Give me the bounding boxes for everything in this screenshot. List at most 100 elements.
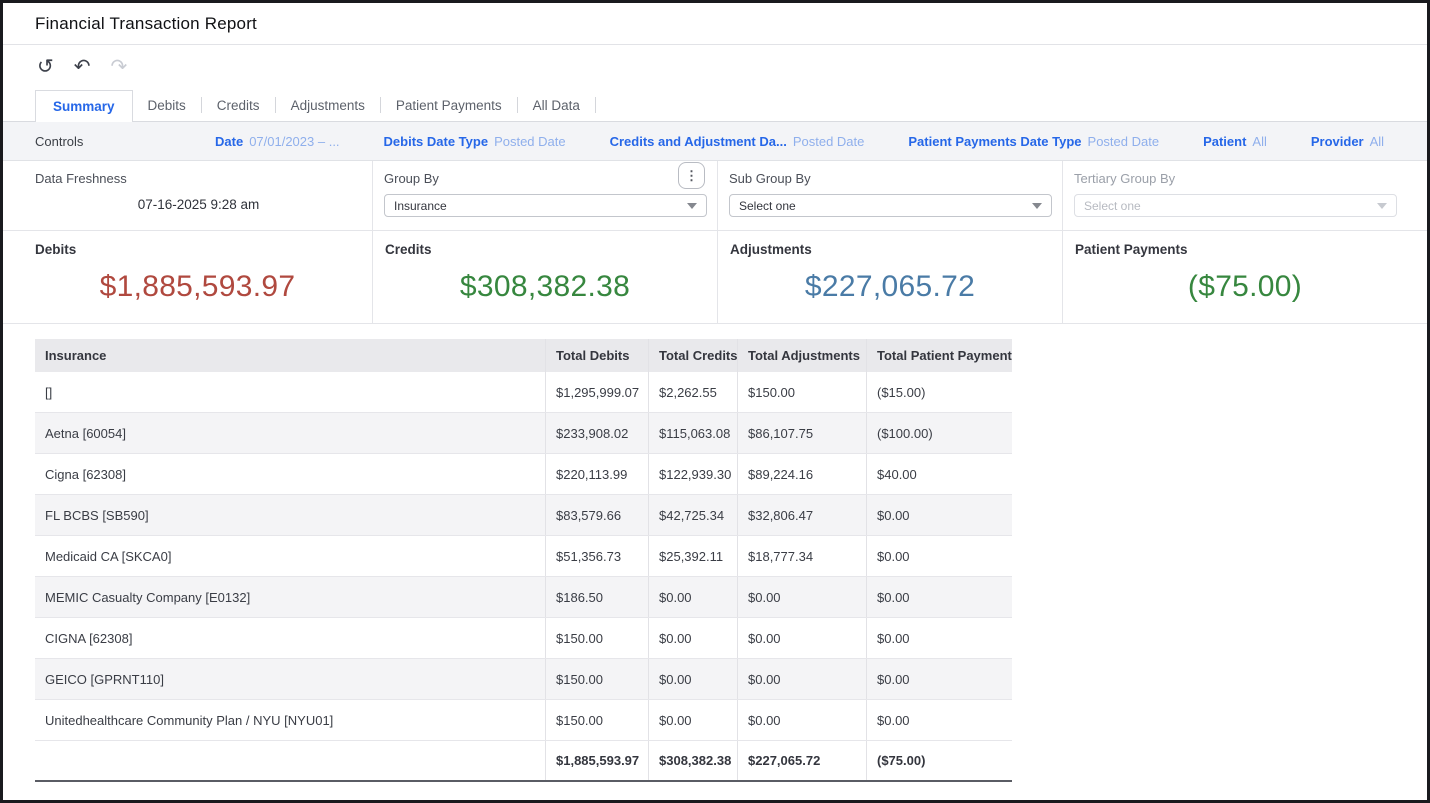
control-patient[interactable]: Patient All (1203, 134, 1267, 149)
column-header-insurance[interactable]: Insurance (35, 348, 545, 363)
cell-insurance: Cigna [62308] (45, 466, 126, 482)
patient-payments-card-label: Patient Payments (1075, 242, 1188, 257)
tab-credits[interactable]: Credits (202, 90, 275, 121)
credits-card-value: $308,382.38 (459, 270, 631, 303)
table-row[interactable]: Cigna [62308] $220,113.99 $122,939.30 $8… (35, 454, 1012, 495)
controls-label: Controls (35, 133, 84, 149)
cell-total-debits: $186.50 (545, 577, 648, 617)
cell-insurance: Medicaid CA [SKCA0] (45, 548, 172, 564)
tab-all-data[interactable]: All Data (518, 90, 595, 121)
cell-total-credits: $0.00 (648, 618, 737, 658)
app-window: Financial Transaction Report ↺ ↶ ↷ Summa… (0, 0, 1430, 803)
table-body: [] $1,295,999.07 $2,262.55 $150.00 ($15.… (35, 372, 1012, 741)
control-name: Debits Date Type (383, 133, 489, 149)
debits-card-value: $1,885,593.97 (99, 270, 296, 303)
control-value: Posted Date (1087, 133, 1160, 149)
table-row[interactable]: FL BCBS [SB590] $83,579.66 $42,725.34 $3… (35, 495, 1012, 536)
kebab-menu-button[interactable]: ⋮ (678, 162, 705, 189)
table-row[interactable]: CIGNA [62308] $150.00 $0.00 $0.00 $0.00 (35, 618, 1012, 659)
summary-cards-row: Debits $1,885,593.97 Credits $308,382.38… (3, 231, 1427, 324)
debits-card-label: Debits (35, 242, 77, 257)
column-header-total-debits[interactable]: Total Debits (545, 339, 648, 372)
controls-bar: Controls Date 07/01/2023 – ... Debits Da… (3, 121, 1427, 161)
cell-insurance: FL BCBS [SB590] (45, 507, 149, 523)
table-row[interactable]: GEICO [GPRNT110] $150.00 $0.00 $0.00 $0.… (35, 659, 1012, 700)
control-value: All (1252, 133, 1267, 149)
cell-insurance: GEICO [GPRNT110] (45, 671, 164, 687)
cell-total-patient-payments: ($100.00) (866, 413, 1012, 453)
tab-summary[interactable]: Summary (35, 90, 133, 122)
reset-icon: ↺ (37, 56, 54, 78)
cell-insurance: MEMIC Casualty Company [E0132] (45, 589, 251, 605)
cell-total-credits: $25,392.11 (648, 536, 737, 576)
cell-total-debits: $150.00 (545, 659, 648, 699)
cell-total-adjustments: $86,107.75 (737, 413, 866, 453)
control-debits-date-type[interactable]: Debits Date Type Posted Date (384, 134, 566, 149)
table-header-row: Insurance Total Debits Total Credits Tot… (35, 339, 1012, 372)
control-provider[interactable]: Provider All (1311, 134, 1384, 149)
cell-total-credits: $42,725.34 (648, 495, 737, 535)
table-totals-row: $1,885,593.97 $308,382.38 $227,065.72 ($… (35, 741, 1012, 782)
cell-total-debits: $150.00 (545, 700, 648, 740)
totals-cell-total-adjustments: $227,065.72 (737, 741, 866, 780)
table-row[interactable]: [] $1,295,999.07 $2,262.55 $150.00 ($15.… (35, 372, 1012, 413)
cell-total-credits: $0.00 (648, 700, 737, 740)
sub-group-by-select[interactable]: Select one (729, 194, 1052, 217)
sub-group-by-selected-value: Select one (739, 198, 796, 213)
cell-total-adjustments: $150.00 (737, 372, 866, 412)
group-by-selected-value: Insurance (394, 198, 447, 213)
table-row[interactable]: Medicaid CA [SKCA0] $51,356.73 $25,392.1… (35, 536, 1012, 577)
cell-total-adjustments: $18,777.34 (737, 536, 866, 576)
credits-card: Credits $308,382.38 (372, 231, 717, 323)
undo-button[interactable]: ↶ (70, 55, 95, 79)
tertiary-group-by-selected-value: Select one (1084, 198, 1141, 213)
tertiary-group-by-panel: Tertiary Group By Select one (1062, 161, 1427, 230)
control-name: Provider (1310, 133, 1364, 149)
cell-total-adjustments: $0.00 (737, 618, 866, 658)
tertiary-group-by-select: Select one (1074, 194, 1397, 217)
control-date[interactable]: Date 07/01/2023 – ... (215, 134, 340, 149)
cell-total-patient-payments: $0.00 (866, 659, 1012, 699)
tab-bar: Summary Debits Credits Adjustments Patie… (3, 89, 1427, 122)
column-header-total-patient-payments[interactable]: Total Patient Payments (866, 339, 1012, 372)
group-by-panel: Group By ⋮ Insurance (372, 161, 717, 230)
caret-down-icon (1032, 202, 1042, 209)
column-header-total-adjustments[interactable]: Total Adjustments (737, 339, 866, 372)
cell-total-patient-payments: $40.00 (866, 454, 1012, 494)
cell-total-debits: $1,295,999.07 (545, 372, 648, 412)
patient-payments-card-value: ($75.00) (1187, 270, 1303, 303)
cell-total-debits: $83,579.66 (545, 495, 648, 535)
cell-total-patient-payments: $0.00 (866, 700, 1012, 740)
kebab-icon: ⋮ (685, 168, 698, 183)
table-row[interactable]: Aetna [60054] $233,908.02 $115,063.08 $8… (35, 413, 1012, 454)
group-by-select[interactable]: Insurance (384, 194, 707, 217)
control-credits-adjustment-date-type[interactable]: Credits and Adjustment Da... Posted Date (610, 134, 865, 149)
group-controls-row: Data Freshness 07-16-2025 9:28 am Group … (3, 161, 1427, 231)
tab-divider (594, 97, 596, 113)
table-row[interactable]: Unitedhealthcare Community Plan / NYU [N… (35, 700, 1012, 741)
tertiary-group-by-label: Tertiary Group By (1074, 171, 1176, 186)
control-name: Date (215, 133, 244, 149)
adjustments-card-label: Adjustments (730, 242, 812, 257)
tab-debits[interactable]: Debits (133, 90, 201, 121)
cell-total-credits: $0.00 (648, 577, 737, 617)
sub-group-by-label: Sub Group By (729, 171, 811, 186)
tab-patient-payments[interactable]: Patient Payments (381, 90, 517, 121)
control-value: 07/01/2023 – ... (249, 133, 340, 149)
cell-total-credits: $122,939.30 (648, 454, 737, 494)
cell-total-debits: $233,908.02 (545, 413, 648, 453)
column-header-total-credits[interactable]: Total Credits (648, 339, 737, 372)
reset-button[interactable]: ↺ (33, 55, 58, 79)
control-name: Patient (1203, 133, 1247, 149)
tab-adjustments[interactable]: Adjustments (276, 90, 380, 121)
control-patient-payments-date-type[interactable]: Patient Payments Date Type Posted Date (908, 134, 1159, 149)
cell-insurance: CIGNA [62308] (45, 630, 133, 646)
summary-table: Insurance Total Debits Total Credits Tot… (35, 339, 1012, 782)
credits-card-label: Credits (385, 242, 432, 257)
totals-cell-total-credits: $308,382.38 (648, 741, 737, 780)
adjustments-card-value: $227,065.72 (804, 270, 976, 303)
totals-cell-total-debits: $1,885,593.97 (545, 741, 648, 780)
redo-button[interactable]: ↷ (107, 55, 132, 79)
table-row[interactable]: MEMIC Casualty Company [E0132] $186.50 $… (35, 577, 1012, 618)
caret-down-icon (1377, 202, 1387, 209)
